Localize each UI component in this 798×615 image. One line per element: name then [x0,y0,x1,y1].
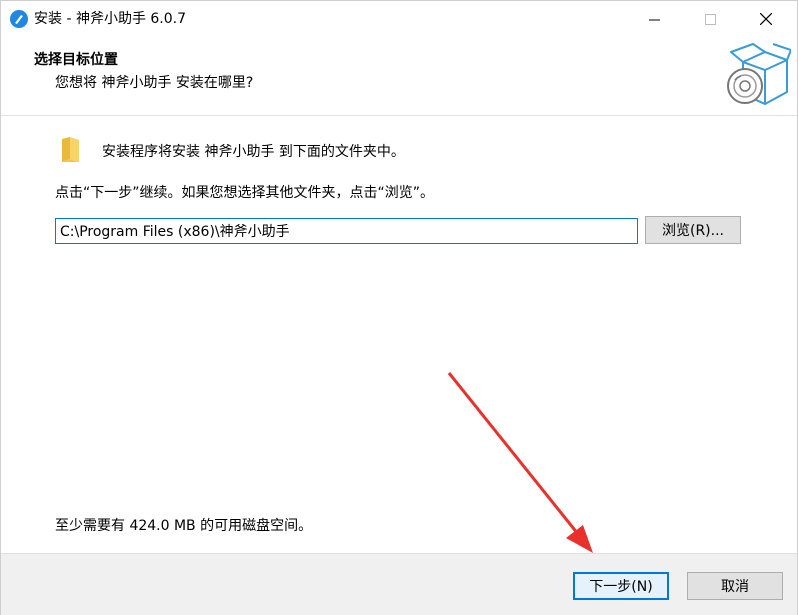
wizard-header: 选择目标位置 您想将 神斧小助手 安装在哪里? [1,37,797,115]
maximize-icon [704,10,716,29]
window-title: 安装 - 神斧小助手 6.0.7 [34,11,187,27]
header-divider [1,115,797,116]
close-button[interactable] [743,1,789,37]
install-path-input[interactable] [55,218,638,244]
disk-space-text: 至少需要有 424.0 MB 的可用磁盘空间。 [55,518,313,534]
cancel-button[interactable]: 取消 [687,572,783,600]
page-subtitle: 您想将 神斧小助手 安装在哪里? [55,75,254,91]
folder-icon [60,137,80,163]
app-logo-icon [10,10,28,28]
installer-window: 安装 - 神斧小助手 6.0.7 选择目标位置 您想将 神斧小助手 安装在哪里? [0,0,798,615]
maximize-button[interactable] [687,1,733,37]
instruction-text: 点击“下一步”继续。如果您想选择其他文件夹，点击“浏览”。 [55,185,435,201]
next-button[interactable]: 下一步(N) [573,572,669,600]
minimize-icon [648,10,660,29]
title-bar: 安装 - 神斧小助手 6.0.7 [1,1,797,37]
wizard-footer: 下一步(N) 取消 [1,553,797,615]
destination-info: 安装程序将安装 神斧小助手 到下面的文件夹中。 [102,144,405,160]
browse-button[interactable]: 浏览(R)... [645,216,741,244]
installer-box-disc-icon [721,42,792,110]
close-icon [759,10,773,29]
minimize-button[interactable] [631,1,677,37]
page-title: 选择目标位置 [34,52,118,68]
